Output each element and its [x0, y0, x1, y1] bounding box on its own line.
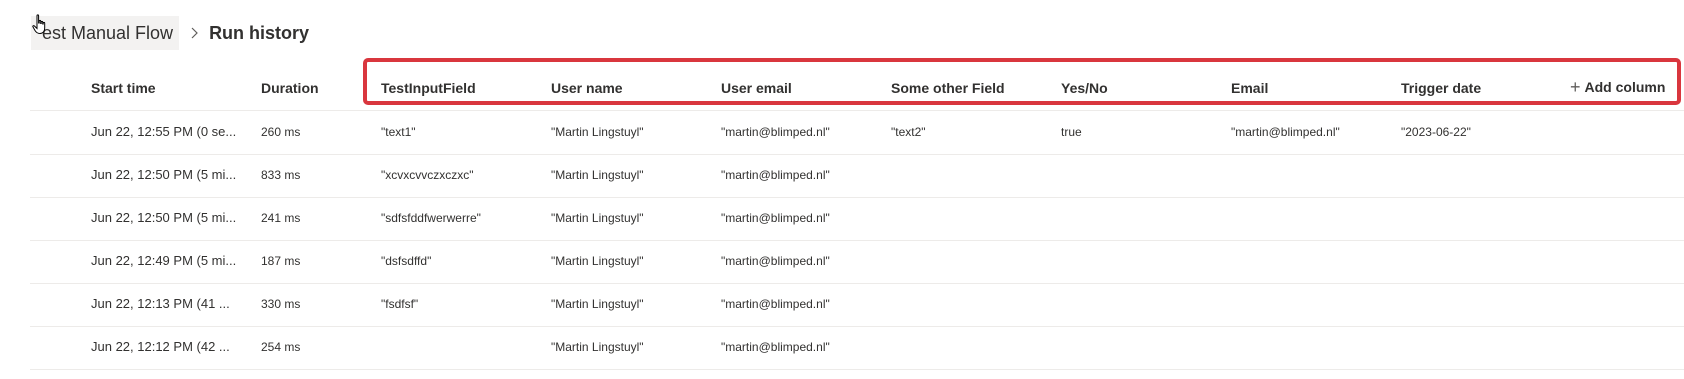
column-header-email[interactable]: Email: [1231, 80, 1268, 96]
cell-email: "martin@blimped.nl": [1231, 125, 1340, 139]
cell-user-email: "martin@blimped.nl": [721, 211, 830, 225]
column-header-yes-no[interactable]: Yes/No: [1061, 80, 1108, 96]
cell-start-time[interactable]: Jun 22, 12:12 PM (42 ...: [91, 339, 230, 354]
table-row[interactable]: Jun 22, 12:55 PM (0 se... 260 ms "text1" "M…: [30, 111, 1684, 155]
column-header-test-input-field[interactable]: TestInputField: [381, 80, 476, 96]
cell-duration: 187 ms: [261, 254, 301, 268]
table-row[interactable]: Jun 22, 12:50 PM (5 mi... 833 ms "xcvxcvvc…: [30, 154, 1684, 198]
cell-start-time[interactable]: Jun 22, 12:13 PM (41 ...: [91, 296, 230, 311]
column-header-some-other-field[interactable]: Some other Field: [891, 80, 1005, 96]
cell-duration: 241 ms: [261, 211, 301, 225]
add-column-button[interactable]: + Add column: [1570, 79, 1665, 95]
breadcrumb-flow-link[interactable]: est Manual Flow: [31, 16, 180, 50]
cell-user-name: "Martin Lingstuyl": [551, 340, 644, 354]
cell-start-time[interactable]: Jun 22, 12:50 PM (5 mi...: [91, 210, 236, 225]
cell-yes-no: true: [1061, 125, 1082, 139]
table-row[interactable]: Jun 22, 12:49 PM (5 mi... 187 ms "dsfsdffd…: [30, 240, 1684, 284]
cell-user-name: "Martin Lingstuyl": [551, 211, 644, 225]
cell-duration: 260 ms: [261, 125, 301, 139]
cell-user-email: "martin@blimped.nl": [721, 125, 830, 139]
cell-start-time[interactable]: Jun 22, 12:49 PM (5 mi...: [91, 253, 236, 268]
cell-user-name: "Martin Lingstuyl": [551, 254, 644, 268]
column-header-user-name[interactable]: User name: [551, 80, 623, 96]
cell-user-email: "martin@blimped.nl": [721, 297, 830, 311]
cell-user-name: "Martin Lingstuyl": [551, 125, 644, 139]
hand-pointer-icon: [32, 14, 46, 35]
column-header-duration[interactable]: Duration: [261, 80, 319, 96]
cell-user-name: "Martin Lingstuyl": [551, 168, 644, 182]
cell-user-name: "Martin Lingstuyl": [551, 297, 644, 311]
cell-some-other-field: "text2": [891, 125, 926, 139]
cell-test-input-field: "xcvxcvvczxczxc": [381, 168, 474, 182]
cell-test-input-field: "sdfsfddfwerwerre": [381, 211, 481, 225]
table-row[interactable]: Jun 22, 12:13 PM (41 ... 330 ms "fsdfsf" "M…: [30, 283, 1684, 327]
table-row[interactable]: Jun 22, 12:12 PM (42 ... 254 ms "Martin Li…: [30, 326, 1684, 370]
cell-test-input-field: "dsfsdffd": [381, 254, 432, 268]
cell-user-email: "martin@blimped.nl": [721, 168, 830, 182]
chevron-right-icon: [191, 27, 198, 39]
cell-duration: 254 ms: [261, 340, 301, 354]
column-header-start-time[interactable]: Start time: [91, 80, 156, 96]
cell-duration: 833 ms: [261, 168, 301, 182]
column-header-trigger-date[interactable]: Trigger date: [1401, 80, 1481, 96]
cell-trigger-date: "2023-06-22": [1401, 125, 1471, 139]
column-header-user-email[interactable]: User email: [721, 80, 792, 96]
table-row[interactable]: Jun 22, 12:50 PM (5 mi... 241 ms "sdfsfddf…: [30, 197, 1684, 241]
cell-user-email: "martin@blimped.nl": [721, 254, 830, 268]
breadcrumb-flow-label: est Manual Flow: [42, 22, 174, 43]
page-title: Run history: [209, 22, 310, 43]
cell-start-time[interactable]: Jun 22, 12:55 PM (0 se...: [91, 124, 236, 139]
cell-test-input-field: "text1": [381, 125, 416, 139]
plus-icon: +: [1570, 79, 1581, 95]
cell-duration: 330 ms: [261, 297, 301, 311]
breadcrumb: est Manual Flow Run history: [31, 16, 309, 50]
add-column-label: Add column: [1584, 79, 1666, 95]
cell-user-email: "martin@blimped.nl": [721, 340, 830, 354]
cell-start-time[interactable]: Jun 22, 12:50 PM (5 mi...: [91, 167, 236, 182]
cell-test-input-field: "fsdfsf": [381, 297, 419, 311]
